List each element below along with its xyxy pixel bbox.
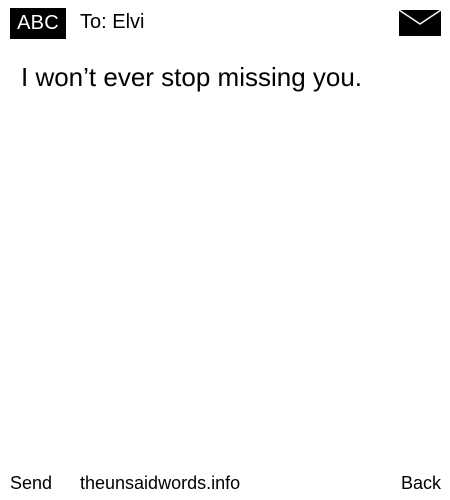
back-button[interactable]: Back [401, 470, 441, 496]
envelope-icon [399, 10, 441, 36]
message-text: I won’t ever stop missing you. [21, 62, 363, 92]
recipient-label: To: Elvi [80, 11, 145, 33]
input-mode-badge: ABC [10, 8, 66, 39]
top-bar: ABC To: Elvi [0, 0, 450, 46]
send-button[interactable]: Send [10, 470, 52, 496]
site-link[interactable]: theunsaidwords.info [80, 470, 240, 496]
bottom-bar: Send theunsaidwords.info Back [0, 470, 450, 500]
